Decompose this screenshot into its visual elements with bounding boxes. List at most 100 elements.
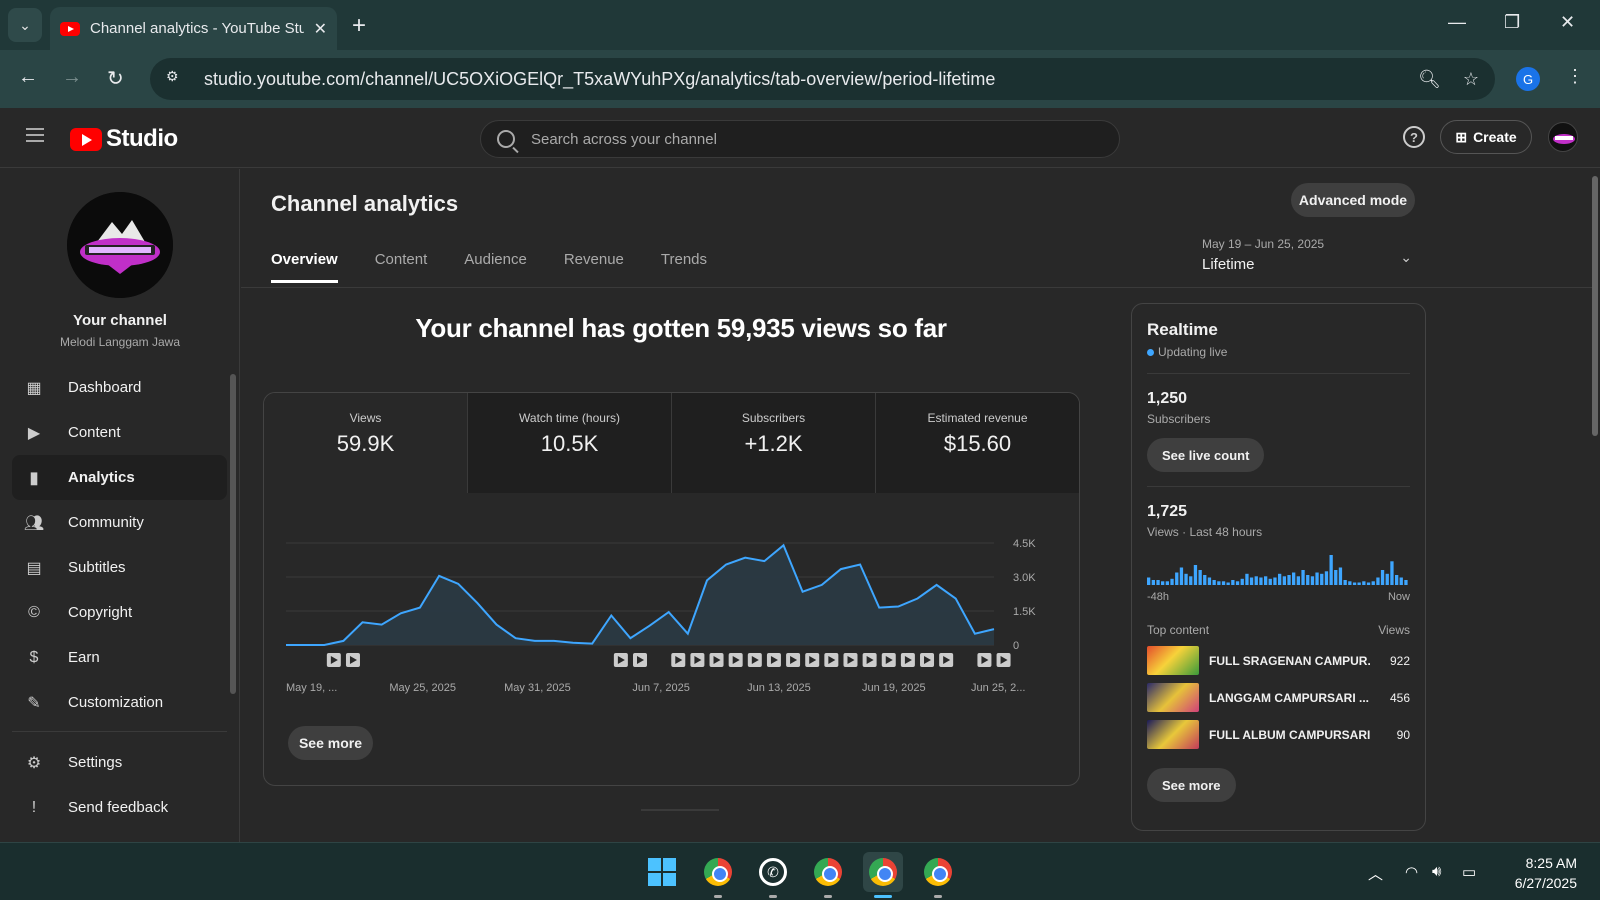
- feedback-icon: !: [31, 798, 37, 816]
- wifi-icon[interactable]: ◠: [1405, 863, 1418, 881]
- tab-close-icon[interactable]: ✕: [314, 19, 327, 39]
- sidebar-item-send-feedback[interactable]: ! Send feedback: [12, 785, 227, 830]
- address-bar[interactable]: ⚙ studio.youtube.com/channel/UC5OXiOGElQ…: [150, 58, 1495, 100]
- page-scrollbar[interactable]: [1592, 176, 1598, 436]
- realtime-bar: [1334, 570, 1338, 585]
- realtime-bar: [1151, 580, 1155, 585]
- top-content-item[interactable]: FULL ALBUM CAMPURSARI ... 90: [1147, 720, 1410, 749]
- restore-icon[interactable]: ❐: [1504, 12, 1520, 33]
- create-button[interactable]: ⊞ Create: [1440, 120, 1532, 154]
- browser-menu-icon[interactable]: ⋮: [1566, 66, 1584, 87]
- back-icon[interactable]: ←: [18, 66, 38, 89]
- see-more-button[interactable]: See more: [288, 726, 373, 760]
- sidebar-item-earn[interactable]: $ Earn: [12, 635, 227, 680]
- battery-icon[interactable]: ▭: [1462, 863, 1476, 881]
- search-bar[interactable]: [480, 120, 1120, 158]
- sidebar-item-community[interactable]: 👥︎ Community: [12, 500, 227, 545]
- metric-revenue[interactable]: Estimated revenue $15.60: [875, 393, 1079, 493]
- taskbar-chrome-1[interactable]: [698, 852, 738, 892]
- realtime-bar: [1315, 572, 1319, 585]
- minimize-icon[interactable]: —: [1448, 12, 1466, 33]
- tab-revenue[interactable]: Revenue: [564, 251, 624, 283]
- tab-trends[interactable]: Trends: [661, 251, 707, 283]
- sidebar-item-label: Copyright: [68, 604, 133, 621]
- url-text[interactable]: studio.youtube.com/channel/UC5OXiOGElQr_…: [204, 69, 1396, 90]
- tray-overflow-icon[interactable]: ︿: [1368, 863, 1383, 884]
- metric-views[interactable]: Views 59.9K: [264, 393, 467, 493]
- close-window-icon[interactable]: ✕: [1560, 12, 1575, 33]
- zoom-icon[interactable]: 🔍︎: [1418, 69, 1441, 90]
- period-selector[interactable]: May 19 – Jun 25, 2025 Lifetime ⌄: [1202, 237, 1412, 273]
- see-live-count-button[interactable]: See live count: [1147, 438, 1265, 472]
- taskbar-chrome-2[interactable]: [808, 852, 848, 892]
- sidebar-item-analytics[interactable]: ▮ Analytics: [12, 455, 227, 500]
- period-value: Lifetime: [1202, 256, 1255, 273]
- search-input[interactable]: [531, 130, 1103, 148]
- browser-profile-avatar[interactable]: G: [1516, 67, 1540, 91]
- studio-logo[interactable]: Studio: [70, 125, 178, 153]
- realtime-bar: [1170, 578, 1174, 585]
- site-info-icon[interactable]: ⚙: [166, 68, 188, 90]
- advanced-mode-button[interactable]: Advanced mode: [1291, 183, 1415, 217]
- customization-icon: ✎: [27, 694, 41, 712]
- sidebar-scrollbar[interactable]: [230, 374, 236, 694]
- taskbar-chrome-3[interactable]: [863, 852, 903, 892]
- taskbar-whatsapp[interactable]: ✆: [753, 852, 793, 892]
- realtime-bar: [1348, 581, 1352, 585]
- realtime-axis: -48h Now: [1147, 591, 1410, 603]
- top-content-item[interactable]: LANGGAM CAMPURSARI ... 456: [1147, 683, 1410, 712]
- sidebar-item-copyright[interactable]: © Copyright: [12, 590, 227, 635]
- realtime-bar: [1343, 580, 1347, 585]
- tab-content[interactable]: Content: [375, 251, 428, 283]
- tab-overview[interactable]: Overview: [271, 251, 338, 283]
- studio-header: Studio ? ⊞ Create: [0, 108, 1600, 168]
- realtime-bar: [1235, 581, 1240, 585]
- chrome-icon: [869, 858, 897, 886]
- metric-value: +1.2K: [744, 431, 803, 456]
- metric-subscribers[interactable]: Subscribers +1.2K: [671, 393, 875, 493]
- top-content-item[interactable]: FULL SRAGENAN CAMPUR... 922: [1147, 646, 1410, 675]
- metric-watch-time[interactable]: Watch time (hours) 10.5K: [467, 393, 671, 493]
- hamburger-menu-icon[interactable]: [26, 128, 44, 142]
- volume-icon[interactable]: 🔊︎: [1432, 863, 1441, 880]
- sidebar-item-settings[interactable]: ⚙ Settings: [12, 740, 227, 785]
- realtime-bar: [1324, 571, 1329, 585]
- reload-icon[interactable]: ↻: [107, 66, 124, 91]
- realtime-bar: [1296, 576, 1300, 585]
- start-button[interactable]: [642, 852, 682, 892]
- views-area: [286, 545, 994, 645]
- realtime-views-bar-chart[interactable]: [1147, 553, 1409, 585]
- sidebar-item-subtitles[interactable]: ▤ Subtitles: [12, 545, 227, 590]
- account-avatar[interactable]: [1548, 122, 1578, 152]
- views-chart[interactable]: 4.5K 3.0K 1.5K 0 May 19, ... May 25, 2025 May …: [264, 493, 1079, 713]
- clock[interactable]: 8:25 AM 6/27/2025: [1502, 853, 1577, 893]
- sidebar-nav: ▦ Dashboard ▶ Content ▮ Analytics 👥︎ Com…: [12, 365, 227, 725]
- video-title: FULL SRAGENAN CAMPUR...: [1209, 653, 1370, 668]
- realtime-bar: [1292, 572, 1296, 585]
- tab-search-button[interactable]: ⌄: [8, 8, 42, 42]
- realtime-bar: [1320, 573, 1324, 585]
- sidebar-item-label: Customization: [68, 694, 164, 711]
- taskbar-chrome-4[interactable]: [918, 852, 958, 892]
- bookmark-star-icon[interactable]: ☆: [1463, 69, 1479, 90]
- sidebar-item-customization[interactable]: ✎ Customization: [12, 680, 227, 725]
- sidebar-item-dashboard[interactable]: ▦ Dashboard: [12, 365, 227, 410]
- video-thumbnail: [1147, 646, 1199, 675]
- new-tab-button[interactable]: +: [352, 12, 366, 40]
- realtime-bar: [1338, 567, 1343, 585]
- tab-audience[interactable]: Audience: [464, 251, 527, 283]
- sidebar-item-content[interactable]: ▶ Content: [12, 410, 227, 455]
- metric-label: Subscribers: [741, 411, 806, 425]
- video-views: 456: [1389, 690, 1410, 705]
- realtime-bar: [1221, 581, 1226, 585]
- forward-icon[interactable]: →: [62, 66, 82, 89]
- running-indicator: [824, 895, 832, 898]
- realtime-bar: [1376, 577, 1380, 585]
- realtime-bar: [1395, 575, 1399, 585]
- realtime-bar: [1282, 576, 1286, 585]
- browser-tab[interactable]: Channel analytics - YouTube Stu ✕: [50, 7, 337, 50]
- help-icon[interactable]: ?: [1403, 126, 1425, 148]
- pagination-indicator: [641, 809, 719, 811]
- realtime-see-more-button[interactable]: See more: [1147, 768, 1236, 802]
- channel-avatar[interactable]: [67, 192, 173, 298]
